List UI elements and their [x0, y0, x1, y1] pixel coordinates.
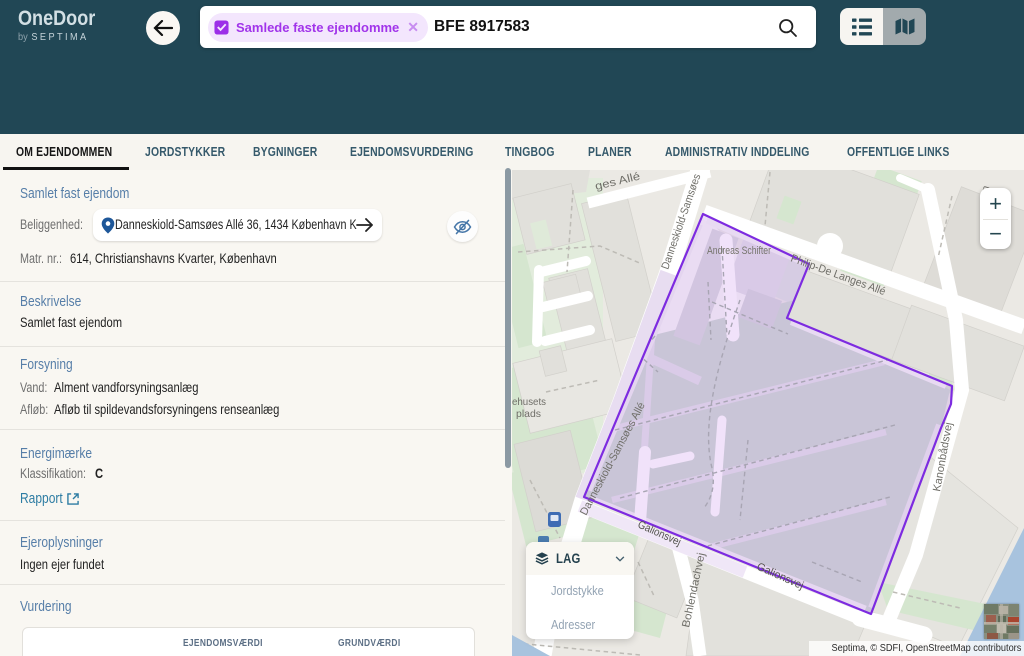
svg-text:plads: plads: [516, 408, 541, 420]
svg-text:ehusets: ehusets: [512, 396, 546, 408]
svg-text:Andreas Schifter: Andreas Schifter: [707, 245, 771, 257]
